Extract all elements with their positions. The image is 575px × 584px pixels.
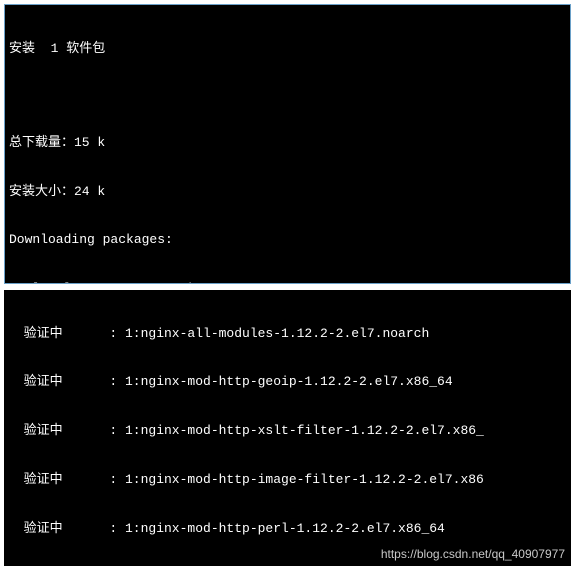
verify-row: 验证中 : 1:nginx-mod-http-xslt-filter-1.12.… <box>8 423 567 439</box>
blank-line <box>9 89 566 102</box>
verify-row: 验证中 : 1:nginx-all-modules-1.12.2-2.el7.n… <box>8 326 567 342</box>
terminal-pane-nginx: 验证中 : 1:nginx-all-modules-1.12.2-2.el7.n… <box>4 290 571 566</box>
rpm-name: epel-release-7-11.noarch.rpm <box>9 281 566 284</box>
verify-row: 验证中 : 1:nginx-mod-http-geoip-1.12.2-2.el… <box>8 374 567 390</box>
install-header: 安装 1 软件包 <box>9 41 566 57</box>
terminal-pane-epel: 安装 1 软件包 总下载量：15 k 安装大小：24 k Downloading… <box>4 4 571 284</box>
verify-row: 验证中 : 1:nginx-mod-http-perl-1.12.2-2.el7… <box>8 521 567 537</box>
downloading-label: Downloading packages: <box>9 232 566 248</box>
install-size: 安装大小：24 k <box>9 184 566 200</box>
total-download: 总下载量：15 k <box>9 135 566 151</box>
verify-row: 验证中 : 1:nginx-mod-http-image-filter-1.12… <box>8 472 567 488</box>
watermark-text: https://blog.csdn.net/qq_40907977 <box>381 547 565 562</box>
